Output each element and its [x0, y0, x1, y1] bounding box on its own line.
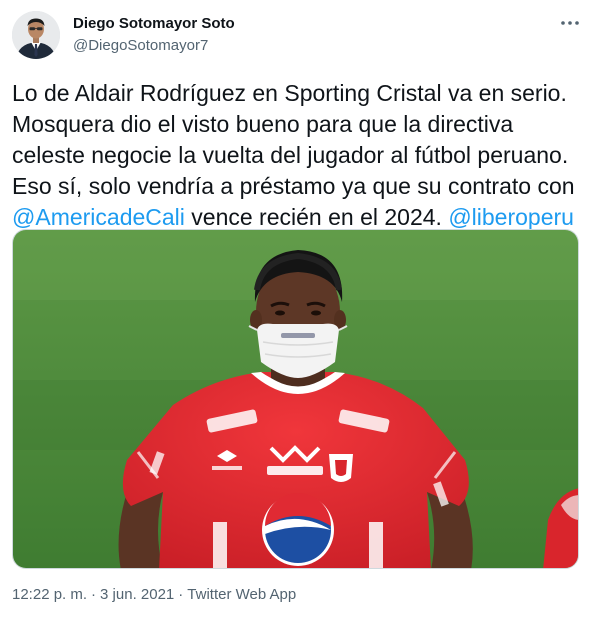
author-handle[interactable]: @DiegoSotomayor7: [73, 37, 208, 54]
tweet-text-line: Lo de Aldair Rodríguez en Sporting Crist…: [12, 80, 567, 106]
more-horizontal-icon: [561, 21, 579, 25]
author-avatar[interactable]: [12, 11, 60, 59]
tweet-date[interactable]: 3 jun. 2021: [100, 586, 174, 603]
mention-link-americadecali[interactable]: @AmericadeCali: [12, 204, 185, 230]
tweet-media-photo[interactable]: [12, 229, 579, 569]
author-name[interactable]: Diego Sotomayor Soto: [73, 15, 235, 32]
tweet-time[interactable]: 12:22 p. m.: [12, 586, 87, 603]
tweet-text-line: Eso sí, solo vendría a préstamo ya que s…: [12, 173, 575, 199]
tweet-metadata: 12:22 p. m. · 3 jun. 2021 · Twitter Web App: [12, 586, 296, 603]
tweet-source[interactable]: Twitter Web App: [187, 586, 296, 603]
tweet-text-line: celeste negocie la vuelta del jugador al…: [12, 142, 569, 168]
mention-link-liberoperu[interactable]: @liberoperu: [448, 204, 574, 230]
tweet-card: Diego Sotomayor Soto @DiegoSotomayor7 Lo…: [0, 0, 600, 617]
tweet-text-fragment: vence recién en el 2024.: [184, 204, 449, 230]
meta-separator: ·: [178, 586, 184, 603]
tweet-text: Lo de Aldair Rodríguez en Sporting Crist…: [12, 78, 587, 233]
tweet-text-line: Mosquera dio el visto bueno para que la …: [12, 111, 514, 137]
meta-separator: ·: [91, 586, 97, 603]
more-options-button[interactable]: [557, 14, 583, 32]
